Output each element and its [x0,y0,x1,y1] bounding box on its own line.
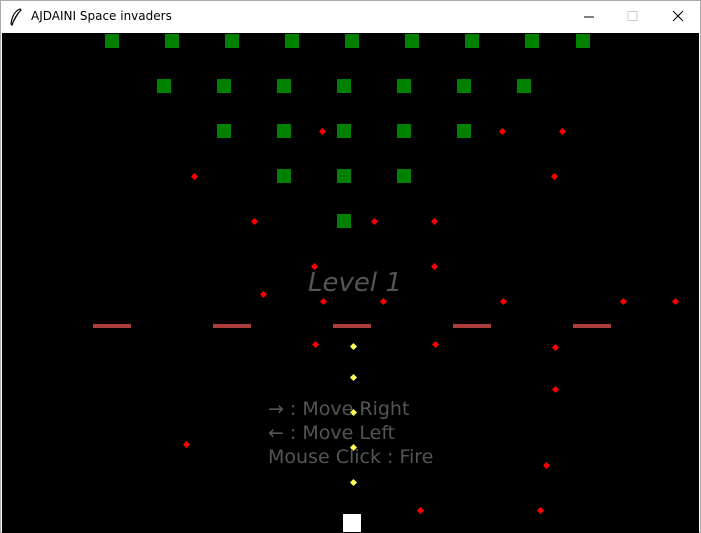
invader [217,79,231,93]
close-icon [672,10,684,22]
enemy-bullet [542,461,551,470]
enemy-bullet [430,262,439,271]
invader [405,34,419,48]
enemy-bullet [250,217,259,226]
feather-icon [9,8,23,27]
close-button[interactable] [654,1,700,32]
player-bullet [349,373,358,382]
enemy-bullet [182,440,191,449]
enemy-bullet [551,385,560,394]
enemy-bullet [416,506,425,515]
player-bullet [349,342,358,351]
invader [277,79,291,93]
invader [277,169,291,183]
title-bar[interactable]: AJDAINI Space invaders [1,1,700,32]
minimize-button[interactable] [566,1,612,32]
invader [157,79,171,93]
invader [105,34,119,48]
shield-barrier [93,324,131,328]
invader [165,34,179,48]
instruction-move-right: → : Move Right [268,398,410,420]
invader [337,169,351,183]
invader [337,124,351,138]
enemy-bullet [370,217,379,226]
shield-barrier [333,324,371,328]
enemy-bullet [550,172,559,181]
enemy-bullet [379,297,388,306]
maximize-button[interactable] [609,1,655,32]
enemy-bullet [259,290,268,299]
shield-barrier [453,324,491,328]
instruction-fire: Mouse Click : Fire [268,446,434,468]
invader [397,79,411,93]
invader [217,124,231,138]
level-indicator: Level 1 [308,268,402,298]
invader [465,34,479,48]
invader [517,79,531,93]
enemy-bullet [311,340,320,349]
enemy-bullet [430,217,439,226]
enemy-bullet [551,343,560,352]
invader [576,34,590,48]
enemy-bullet [499,297,508,306]
invader [457,124,471,138]
shield-barrier [573,324,611,328]
invader [397,169,411,183]
invader [525,34,539,48]
enemy-bullet [558,127,567,136]
enemy-bullet [536,506,545,515]
invader [337,214,351,228]
invader [225,34,239,48]
player-bullet [349,478,358,487]
enemy-bullet [431,340,440,349]
enemy-bullet [319,297,328,306]
invader [345,34,359,48]
player-cannon [343,514,361,532]
invader [277,124,291,138]
maximize-icon [627,11,638,21]
invader [285,34,299,48]
enemy-bullet [498,127,507,136]
enemy-bullet [619,297,628,306]
invader [337,79,351,93]
invader [457,79,471,93]
enemy-bullet [318,127,327,136]
enemy-bullet [671,297,680,306]
enemy-bullet [190,172,199,181]
shield-barrier [213,324,251,328]
game-window: AJDAINI Space invaders Level 1 → : Move … [0,0,701,533]
window-title: AJDAINI Space invaders [31,9,172,23]
game-canvas[interactable]: Level 1 → : Move Right ← : Move Left Mou… [2,33,699,533]
instruction-move-left: ← : Move Left [268,422,396,444]
minimize-icon [584,16,594,18]
controls-help: → : Move Right ← : Move Left Mouse Click… [268,397,433,469]
invader [397,124,411,138]
